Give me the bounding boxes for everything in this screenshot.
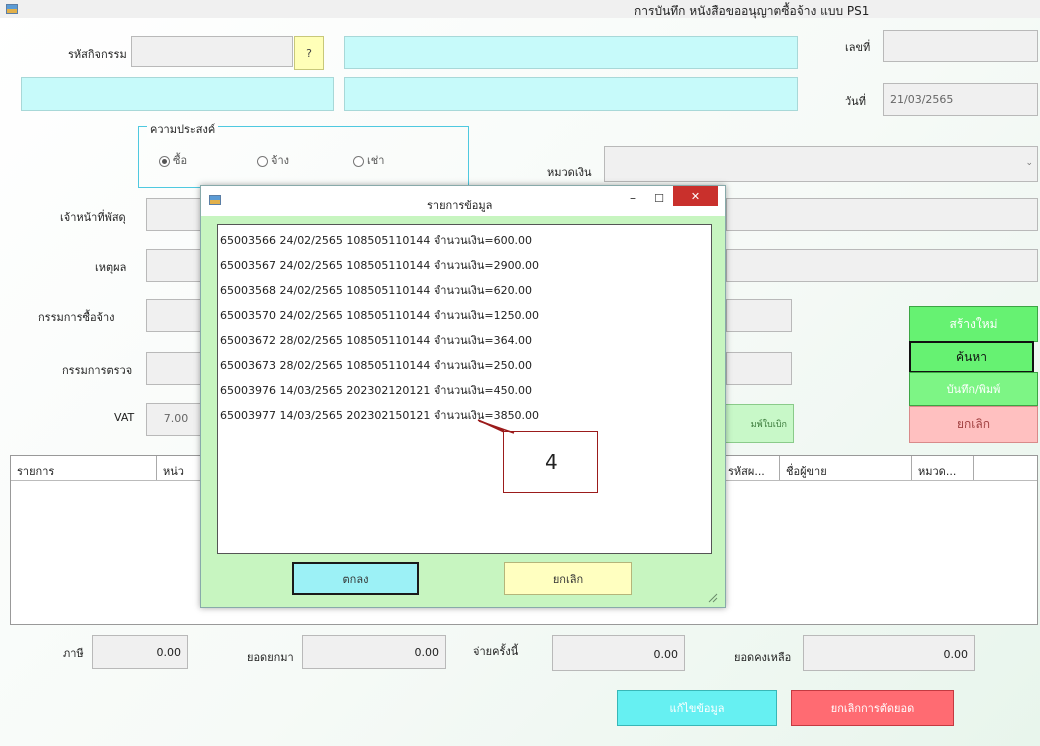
carried-forward-label: ยอดยกมา [247,651,294,664]
list-item[interactable]: 65003570 24/02/2565 108505110144 จำนวนเง… [220,306,539,324]
window-titlebar: การบันทึก หนังสือขออนุญาตซื้อจ้าง แบบ PS… [0,0,1040,18]
officer-input[interactable] [146,198,206,231]
app-icon [6,4,18,14]
list-item[interactable]: 65003976 14/03/2565 202302120121 จำนวนเง… [220,381,532,399]
inspection-committee-label: กรรมการตรวจ [62,364,133,377]
dialog-title: รายการข้อมูล [427,199,493,212]
column-header-vendor-code[interactable]: รหัสผ... [722,456,780,480]
list-item[interactable]: 65003566 24/02/2565 108505110144 จำนวนเง… [220,231,532,249]
budget-category-label: หมวดเงิน [547,166,592,179]
radio-icon [257,155,268,167]
reason-detail-field[interactable] [726,249,1038,282]
department-field[interactable] [21,77,334,111]
carried-forward-value: 0.00 [302,635,446,669]
save-print-button[interactable]: บันทึก/พิมพ์ [909,372,1038,406]
column-header-category[interactable]: หมวด... [912,456,974,480]
callout-arrow-line [478,420,515,434]
purpose-buy-radio[interactable]: ซื้อ [159,151,187,169]
list-item[interactable]: 65003673 28/02/2565 108505110144 จำนวนเง… [220,356,532,374]
number-label: เลขที่ [845,41,871,54]
minimize-icon[interactable]: – [621,188,645,208]
dialog-ok-button[interactable]: ตกลง [292,562,419,595]
description-field[interactable] [344,77,798,111]
radio-icon [353,155,364,167]
dialog-titlebar: รายการข้อมูล – ☐ ✕ [201,186,725,216]
purchase-committee-input[interactable] [146,299,206,332]
maximize-icon[interactable]: ☐ [647,188,671,208]
vat-input[interactable]: 7.00 [146,403,206,436]
resize-grip-icon[interactable] [706,591,718,603]
reason-input[interactable] [146,249,206,282]
list-item[interactable]: 65003568 24/02/2565 108505110144 จำนวนเง… [220,281,532,299]
radio-selected-icon [159,155,170,167]
list-item[interactable]: 65003672 28/02/2565 108505110144 จำนวนเง… [220,331,532,349]
activity-name-field[interactable] [344,36,798,69]
remaining-label: ยอดคงเหลือ [734,651,792,664]
officer-label: เจ้าหน้าที่พัสดุ [60,211,126,224]
purpose-rent-radio[interactable]: เช่า [353,151,384,169]
paid-this-time-label: จ่ายครั้งนี้ [473,645,519,658]
inspection-committee-input[interactable] [146,352,206,385]
activity-code-input[interactable] [131,36,293,67]
column-header-item[interactable]: รายการ [11,456,157,480]
search-button[interactable]: ค้นหา [909,341,1034,373]
new-button[interactable]: สร้างใหม่ [909,306,1038,342]
edit-data-button[interactable]: แก้ไขข้อมูล [617,690,777,726]
dialog-cancel-button[interactable]: ยกเลิก [504,562,632,595]
paid-this-time-value: 0.00 [552,635,685,671]
purchase-committee-name-field[interactable] [726,299,792,332]
tax-label: ภาษี [63,647,84,660]
lookup-button[interactable]: ? [294,36,324,70]
officer-name-field[interactable] [726,198,1038,231]
callout-box: 4 [503,431,598,493]
callout-number: 4 [545,450,558,474]
purchase-committee-label: กรรมการซื้อจ้าง [38,311,115,324]
date-input[interactable]: 21/03/2565 [883,83,1038,116]
column-header-vendor-name[interactable]: ชื่อผู้ขาย [780,456,912,480]
budget-category-select[interactable]: ⌄ [604,146,1038,182]
reason-label: เหตุผล [95,261,127,274]
remaining-value: 0.00 [803,635,975,671]
cancel-cut-button[interactable]: ยกเลิกการตัดยอด [791,690,954,726]
document-number-input[interactable] [883,30,1038,62]
purpose-group-label: ความประสงค์ [147,120,219,138]
date-label: วันที่ [845,95,866,108]
data-listbox[interactable]: 65003566 24/02/2565 108505110144 จำนวนเง… [217,224,712,554]
dropdown-icon: ⌄ [1025,158,1033,168]
tax-value: 0.00 [92,635,188,669]
purpose-hire-radio[interactable]: จ้าง [257,151,289,169]
data-list-dialog: รายการข้อมูล – ☐ ✕ 65003566 24/02/2565 1… [200,185,726,608]
inspection-committee-name-field[interactable] [726,352,792,385]
close-icon[interactable]: ✕ [673,186,718,206]
vat-label: VAT [114,411,135,424]
activity-code-label: รหัสกิจกรรม [68,48,127,61]
list-item[interactable]: 65003567 24/02/2565 108505110144 จำนวนเง… [220,256,539,274]
app-icon [209,195,221,205]
window-title: การบันทึก หนังสือขออนุญาตซื้อจ้าง แบบ PS… [634,4,870,18]
cancel-button[interactable]: ยกเลิก [909,406,1038,443]
